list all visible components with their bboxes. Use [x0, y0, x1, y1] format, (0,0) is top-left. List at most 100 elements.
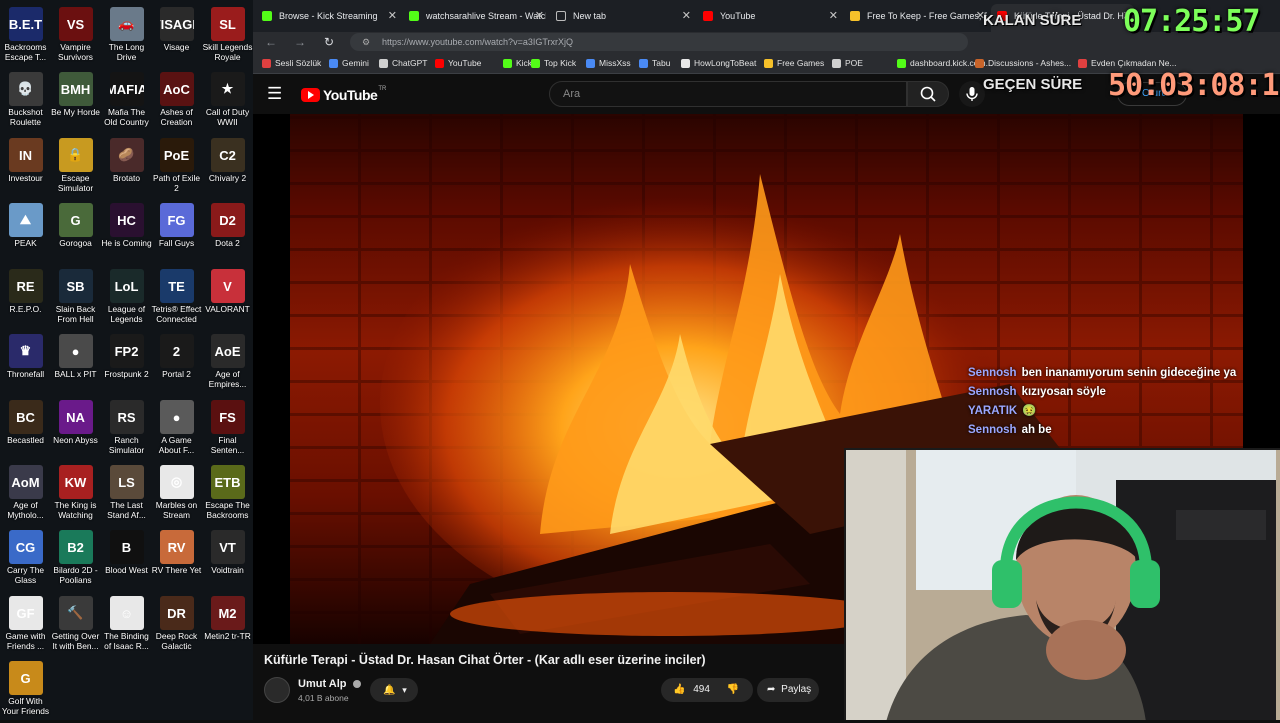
search-button[interactable]: [907, 81, 949, 107]
desktop-icon[interactable]: NA Neon Abyss: [50, 398, 101, 462]
desktop-icon[interactable]: LS The Last Stand Af...: [101, 463, 152, 527]
bookmark-icon: [435, 59, 444, 68]
desktop-icon[interactable]: 2 Portal 2: [151, 332, 202, 396]
desktop-icon-label: The King is Watching: [54, 500, 97, 520]
desktop-icon[interactable]: RS Ranch Simulator: [101, 398, 152, 462]
app-icon: ●: [58, 334, 93, 368]
notification-button[interactable]: 🔔 ▾: [370, 678, 418, 702]
desktop-icon[interactable]: 💀 Buckshot Roulette: [0, 70, 51, 134]
bookmark-item[interactable]: HowLongToBeat: [681, 56, 756, 70]
search-input[interactable]: Ara: [549, 81, 907, 107]
desktop-icon[interactable]: PoE Path of Exile 2: [151, 136, 202, 200]
desktop-icon-label: Getting Over It with Ben...: [51, 631, 100, 651]
desktop-icon[interactable]: KW The King is Watching: [50, 463, 101, 527]
desktop-icon[interactable]: ★ Call of Duty WWII: [202, 70, 253, 134]
desktop-icon[interactable]: V VALORANT: [202, 267, 253, 331]
desktop-icon[interactable]: FG Fall Guys: [151, 201, 202, 265]
desktop-icon[interactable]: B Blood West: [101, 528, 152, 592]
tab-watchsarahlive[interactable]: watchsarahlive Stream - Watch ✕: [403, 4, 546, 28]
share-button[interactable]: ➦ Paylaş: [757, 678, 819, 702]
close-icon[interactable]: ✕: [682, 4, 691, 28]
desktop-icon[interactable]: FS Final Senten...: [202, 398, 253, 462]
like-button[interactable]: 👍 494: [673, 684, 713, 695]
desktop-icon[interactable]: HC He is Coming: [101, 201, 152, 265]
bookmark-item[interactable]: POE: [832, 56, 863, 70]
webcam-scene: [846, 450, 1280, 720]
tab-free-to-keep[interactable]: Free To Keep - Free Games, E ✕: [844, 4, 987, 28]
bookmark-item[interactable]: ChatGPT: [379, 56, 427, 70]
bookmark-item[interactable]: Free Games: [764, 56, 824, 70]
desktop-icon[interactable]: SB Slain Back From Hell: [50, 267, 101, 331]
url-input[interactable]: ⚙ https://www.youtube.com/watch?v=a3IGTr…: [350, 33, 968, 51]
back-button[interactable]: ←: [263, 34, 279, 50]
bookmark-item[interactable]: Gemini: [329, 56, 369, 70]
desktop-icon[interactable]: 🥔 Brotato: [101, 136, 152, 200]
bookmark-item[interactable]: Top Kick: [531, 56, 576, 70]
bookmark-item[interactable]: Kick: [503, 56, 532, 70]
youtube-play-icon: [301, 88, 320, 102]
site-info-icon[interactable]: ⚙: [362, 33, 370, 51]
desktop-icon[interactable]: FP2 Frostpunk 2: [101, 332, 152, 396]
youtube-logo[interactable]: YouTube TR: [301, 86, 386, 103]
bookmark-item[interactable]: MissXss: [586, 56, 631, 70]
desktop-icon[interactable]: ● A Game About F...: [151, 398, 202, 462]
app-icon: DR: [159, 596, 194, 630]
desktop-icon[interactable]: AoC Ashes of Creation: [151, 70, 202, 134]
desktop-icon[interactable]: B.E.T Backrooms Escape T...: [0, 5, 51, 69]
tab-kick-browse[interactable]: Browse - Kick Streaming ✕: [256, 4, 399, 28]
desktop-icon[interactable]: TE Tetris® Effect Connected: [151, 267, 202, 331]
desktop-icon[interactable]: SL Skill Legends Royale: [202, 5, 253, 69]
desktop-icon[interactable]: BMH Be My Horde: [50, 70, 101, 134]
bookmark-icon: [503, 59, 512, 68]
desktop-icon[interactable]: B2 Bilardo 2D - Poolians: [50, 528, 101, 592]
desktop-icon[interactable]: DR Deep Rock Galactic: [151, 594, 202, 658]
close-icon[interactable]: ✕: [535, 4, 544, 28]
desktop-icon[interactable]: MAFIA Mafia The Old Country: [101, 70, 152, 134]
desktop-icon[interactable]: 🚗 The Long Drive: [101, 5, 152, 69]
bookmark-icon: [379, 59, 388, 68]
close-icon[interactable]: ✕: [388, 4, 397, 28]
desktop-icon[interactable]: ETB Escape The Backrooms: [202, 463, 253, 527]
menu-icon[interactable]: ☰: [267, 85, 282, 103]
desktop-icon[interactable]: LoL League of Legends: [101, 267, 152, 331]
desktop-icon[interactable]: RE R.E.P.O.: [0, 267, 51, 331]
reload-button[interactable]: ↻: [321, 34, 337, 50]
close-icon[interactable]: ✕: [829, 4, 838, 28]
desktop-icon[interactable]: ♛ Thronefall: [0, 332, 51, 396]
tab-new-tab[interactable]: New tab ✕: [550, 4, 693, 28]
desktop-icon[interactable]: ⛰ PEAK: [0, 201, 51, 265]
tab-youtube[interactable]: YouTube ✕: [697, 4, 840, 28]
desktop-icon-label: Portal 2: [162, 369, 191, 379]
desktop-icon[interactable]: AoE Age of Empires...: [202, 332, 253, 396]
app-icon: ♛: [8, 334, 43, 368]
desktop-icon[interactable]: BC Becastled: [0, 398, 51, 462]
desktop-icon[interactable]: ● BALL x PIT: [50, 332, 101, 396]
channel-avatar[interactable]: [264, 677, 290, 703]
desktop-icon[interactable]: C2 Chivalry 2: [202, 136, 253, 200]
desktop-icon[interactable]: D2 Dota 2: [202, 201, 253, 265]
desktop-icon[interactable]: 🔨 Getting Over It with Ben...: [50, 594, 101, 658]
desktop-icon[interactable]: GF Game with Friends ...: [0, 594, 51, 658]
channel-name[interactable]: Umut Alp: [298, 678, 361, 690]
desktop-icon[interactable]: VT Voidtrain: [202, 528, 253, 592]
desktop-icon[interactable]: VISAGEVisage: [151, 5, 202, 69]
app-icon: RV: [159, 530, 194, 564]
desktop-icon[interactable]: G Gorogoa: [50, 201, 101, 265]
desktop-icon-label: Final Senten...: [210, 435, 245, 455]
desktop-icon[interactable]: ☺ The Binding of Isaac R...: [101, 594, 152, 658]
bookmark-item[interactable]: YouTube: [435, 56, 481, 70]
desktop-icon[interactable]: 🔒 Escape Simulator: [50, 136, 101, 200]
dislike-button[interactable]: 👎: [727, 684, 739, 695]
desktop-icon[interactable]: VS Vampire Survivors: [50, 5, 101, 69]
desktop-icon[interactable]: M2 Metin2 tr-TR: [202, 594, 253, 658]
forward-button[interactable]: →: [292, 34, 308, 50]
desktop-icon[interactable]: G Golf With Your Friends: [0, 659, 51, 723]
desktop-icon[interactable]: RV RV There Yet: [151, 528, 202, 592]
desktop-icon[interactable]: IN Investour: [0, 136, 51, 200]
bell-icon: 🔔: [383, 685, 396, 696]
bookmark-item[interactable]: Sesli Sözlük: [262, 56, 321, 70]
desktop-icon[interactable]: CG Carry The Glass: [0, 528, 51, 592]
bookmark-item[interactable]: Tabu: [639, 56, 670, 70]
desktop-icon[interactable]: AoM Age of Mytholo...: [0, 463, 51, 527]
desktop-icon[interactable]: ◎ Marbles on Stream: [151, 463, 202, 527]
